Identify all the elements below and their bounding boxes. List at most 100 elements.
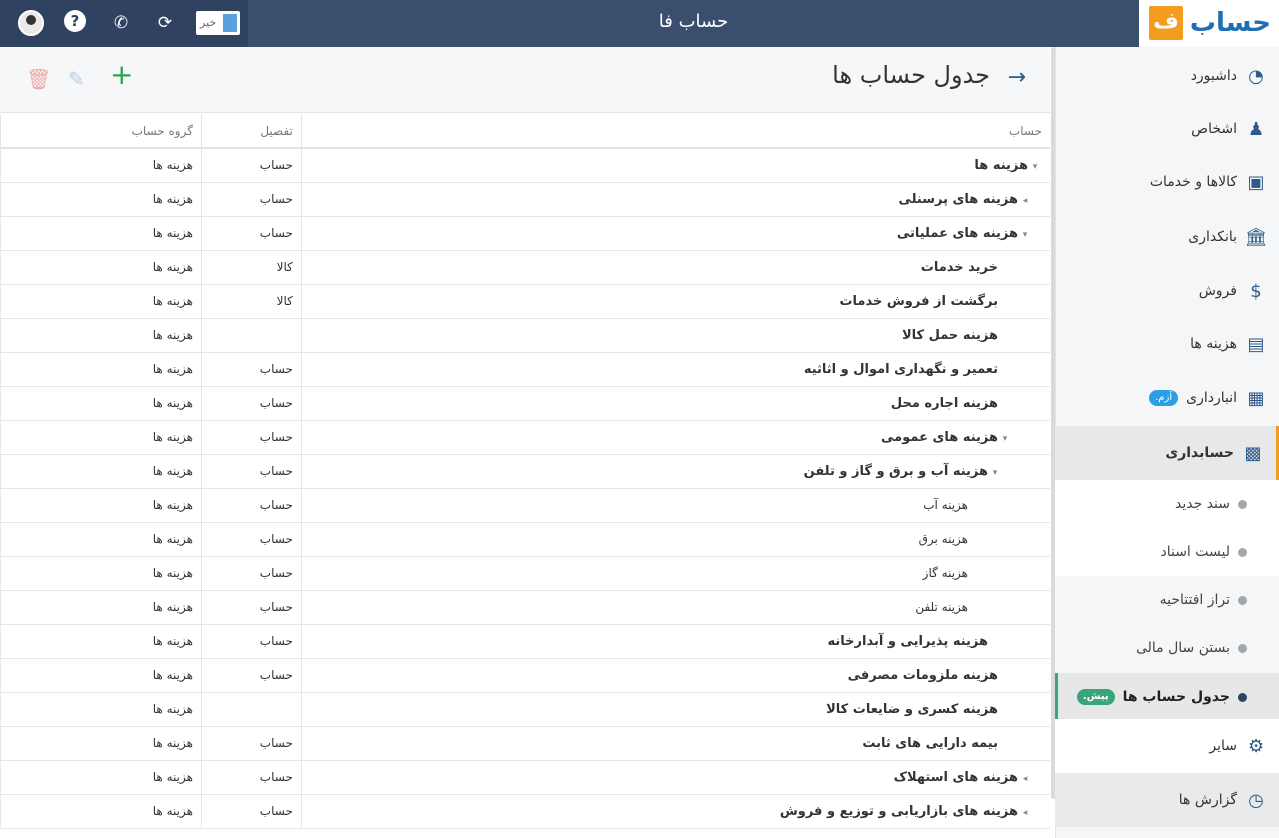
caret-down-icon[interactable]: ▾ xyxy=(1028,162,1042,172)
table-row[interactable]: ◂هزینه های بازاریابی و توزیع و فروش حساب ه… xyxy=(0,794,1050,829)
table-row[interactable]: هزینه پذیرایی و آبدارخانه حساب هزینه ها xyxy=(0,624,1050,659)
account-name-cell[interactable]: خرید خدمات xyxy=(300,250,1050,285)
account-name-cell[interactable]: ▾هزینه های عملیاتی xyxy=(300,216,1050,251)
account-name-cell[interactable]: هزینه آب xyxy=(300,488,1050,523)
sidebar-subitem-vouchers-list[interactable]: لیست اسناد xyxy=(1055,528,1279,576)
caret-left-icon[interactable]: ◂ xyxy=(1018,196,1032,206)
sidebar-item-label: گزارش ها xyxy=(1178,792,1237,808)
group-cell: هزینه ها xyxy=(0,692,202,727)
add-account-button[interactable]: + xyxy=(110,61,133,89)
table-row[interactable]: ▾هزینه ها حساب هزینه ها xyxy=(0,148,1050,183)
table-row[interactable]: ▾هزینه های عمومی حساب هزینه ها xyxy=(0,420,1050,455)
table-row[interactable]: ▾هزینه آب و برق و گاز و تلفن حساب هزینه ها xyxy=(0,454,1050,489)
caret-left-icon[interactable]: ◂ xyxy=(1018,774,1032,784)
account-name-cell[interactable]: هزینه کسری و ضایعات کالا xyxy=(300,692,1050,727)
table-row[interactable]: ◂هزینه های استهلاک حساب هزینه ها xyxy=(0,760,1050,795)
sidebar-item-other[interactable]: ⚙ سایر xyxy=(1055,719,1279,773)
account-name: هزینه های استهلاک xyxy=(893,769,1018,785)
main-content: → جدول حساب ها + ✎ 🗑 حساب تفصیل گروه حسا… xyxy=(0,47,1050,838)
account-name-cell[interactable]: هزینه ملزومات مصرفی xyxy=(300,658,1050,693)
back-arrow-icon[interactable]: → xyxy=(1008,65,1026,90)
account-name: هزینه کسری و ضایعات کالا xyxy=(826,701,998,717)
table-row[interactable]: ◂هزینه های پرسنلی حساب هزینه ها xyxy=(0,182,1050,217)
sidebar-item-sales[interactable]: $ فروش xyxy=(1055,264,1279,318)
table-row[interactable]: خرید خدمات کالا هزینه ها xyxy=(0,250,1050,285)
sidebar-subitem-close-fiscal-year[interactable]: بستن سال مالی xyxy=(1055,624,1279,672)
account-name-cell[interactable]: هزینه اجاره محل xyxy=(300,386,1050,421)
sidebar-item-label: هزینه ها xyxy=(1190,336,1237,352)
account-name-cell[interactable]: هزینه تلفن xyxy=(300,590,1050,625)
table-row[interactable]: هزینه تلفن حساب هزینه ها xyxy=(0,590,1050,625)
account-name-cell[interactable]: هزینه حمل کالا xyxy=(300,318,1050,353)
account-name-cell[interactable]: ◂هزینه های پرسنلی xyxy=(300,182,1050,217)
sidebar-item-reports[interactable]: ◷ گزارش ها xyxy=(1055,773,1279,827)
account-name-cell[interactable]: هزینه پذیرایی و آبدارخانه xyxy=(300,624,1050,659)
sidebar-subitem-label: بستن سال مالی xyxy=(1135,640,1230,656)
sidebar-subitem-chart-of-accounts[interactable]: جدول حساب ها پیش. xyxy=(1055,673,1279,721)
table-row[interactable]: هزینه ملزومات مصرفی حساب هزینه ها xyxy=(0,658,1050,693)
mode-toggle[interactable]: خیر xyxy=(196,11,240,35)
sidebar-item-expenses[interactable]: ▤ هزینه ها xyxy=(1055,317,1279,371)
account-name-cell[interactable]: ▾هزینه ها xyxy=(300,148,1050,183)
sidebar-item-label: کالاها و خدمات xyxy=(1149,174,1237,190)
detail-cell: حساب xyxy=(200,352,302,387)
table-row[interactable]: هزینه حمل کالا هزینه ها xyxy=(0,318,1050,353)
table-row[interactable]: ▾هزینه های عملیاتی حساب هزینه ها xyxy=(0,216,1050,251)
col-header-group[interactable]: گروه حساب xyxy=(0,114,202,149)
account-name-cell[interactable]: ◂هزینه های استهلاک xyxy=(300,760,1050,795)
help-icon[interactable]: ? xyxy=(64,10,86,32)
account-name: بیمه دارایی های ثابت xyxy=(862,735,998,751)
edit-account-button[interactable]: ✎ xyxy=(68,67,85,91)
sidebar-item-people[interactable]: ♟ اشخاص xyxy=(1055,102,1279,156)
sidebar-subitem-new-voucher[interactable]: سند جدید xyxy=(1055,480,1279,528)
sync-icon[interactable]: ⟳ xyxy=(152,10,178,36)
group-cell: هزینه ها xyxy=(0,148,202,183)
caret-left-icon[interactable]: ◂ xyxy=(1018,808,1032,818)
detail-cell: حساب xyxy=(200,386,302,421)
account-name-cell[interactable]: ▾هزینه آب و برق و گاز و تلفن xyxy=(300,454,1050,489)
phone-icon[interactable]: ✆ xyxy=(108,10,134,36)
account-name-cell[interactable]: بیمه دارایی های ثابت xyxy=(300,726,1050,761)
sidebar-item-dashboard[interactable]: ◔ داشبورد xyxy=(1055,49,1279,103)
sidebar-item-label: بانکداری xyxy=(1188,229,1237,245)
account-name: برگشت از فروش خدمات xyxy=(839,293,998,309)
avatar[interactable] xyxy=(18,10,44,36)
beta-badge: آزم. xyxy=(1149,390,1179,406)
sidebar-item-banking[interactable]: 🏛 بانکداری xyxy=(1055,210,1279,264)
table-row[interactable]: هزینه گاز حساب هزینه ها xyxy=(0,556,1050,591)
col-header-account[interactable]: حساب xyxy=(300,114,1050,149)
col-header-detail[interactable]: تفصیل xyxy=(200,114,302,149)
caret-down-icon[interactable]: ▾ xyxy=(988,468,1002,478)
bank-icon: 🏛 xyxy=(1244,226,1268,248)
account-name-cell[interactable]: هزینه برق xyxy=(300,522,1050,557)
group-cell: هزینه ها xyxy=(0,658,202,693)
account-name-cell[interactable]: تعمیر و نگهداری اموال و اثاثیه xyxy=(300,352,1050,387)
detail-cell: حساب xyxy=(200,624,302,659)
detail-cell: حساب xyxy=(200,726,302,761)
sidebar-item-label: داشبورد xyxy=(1190,68,1237,84)
sidebar-item-accounting[interactable]: ▩ حسابداری xyxy=(1055,426,1279,480)
table-row[interactable]: هزینه اجاره محل حساب هزینه ها xyxy=(0,386,1050,421)
sidebar-item-products[interactable]: ▣ کالاها و خدمات xyxy=(1055,155,1279,209)
delete-account-button[interactable]: 🗑 xyxy=(26,67,51,91)
detail-cell: حساب xyxy=(200,522,302,557)
account-name-cell[interactable]: هزینه گاز xyxy=(300,556,1050,591)
table-row[interactable]: هزینه کسری و ضایعات کالا هزینه ها xyxy=(0,692,1050,727)
table-row[interactable]: برگشت از فروش خدمات کالا هزینه ها xyxy=(0,284,1050,319)
account-name-cell[interactable]: برگشت از فروش خدمات xyxy=(300,284,1050,319)
table-row[interactable]: تعمیر و نگهداری اموال و اثاثیه حساب هزینه … xyxy=(0,352,1050,387)
app-logo[interactable]: ف حساب xyxy=(1139,0,1279,47)
sidebar-item-warehouse[interactable]: ▦ انبارداری آزم. xyxy=(1055,371,1279,425)
abacus-icon: ▩ xyxy=(1244,442,1262,464)
caret-down-icon[interactable]: ▾ xyxy=(998,434,1012,444)
sidebar-subitem-opening-balance[interactable]: تراز افتتاحیه xyxy=(1055,576,1279,624)
table-row[interactable]: بیمه دارایی های ثابت حساب هزینه ها xyxy=(0,726,1050,761)
table-row[interactable]: هزینه برق حساب هزینه ها xyxy=(0,522,1050,557)
table-row[interactable]: هزینه آب حساب هزینه ها xyxy=(0,488,1050,523)
page-header: → جدول حساب ها + ✎ 🗑 xyxy=(0,47,1050,113)
box-icon: ▣ xyxy=(1247,171,1265,193)
account-name-cell[interactable]: ▾هزینه های عمومی xyxy=(300,420,1050,455)
caret-down-icon[interactable]: ▾ xyxy=(1018,230,1032,240)
detail-cell: حساب xyxy=(200,760,302,795)
account-name-cell[interactable]: ◂هزینه های بازاریابی و توزیع و فروش xyxy=(300,794,1050,829)
